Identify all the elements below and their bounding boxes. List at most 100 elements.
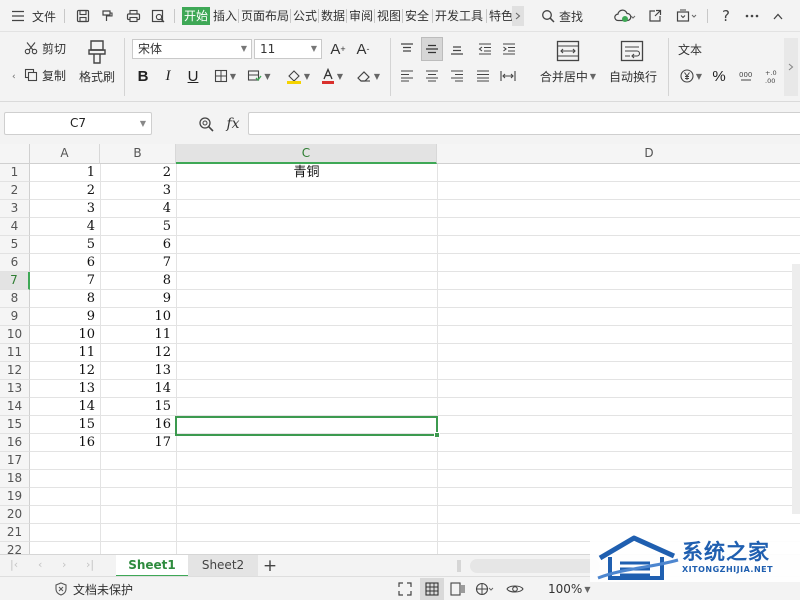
normal-view-icon[interactable] [420, 578, 444, 600]
document-protection-status[interactable]: 文档未保护 [54, 577, 133, 600]
page-layout-view-icon[interactable] [450, 577, 466, 600]
help-icon[interactable]: ? [716, 0, 736, 32]
name-box[interactable]: C7 ▼ [4, 112, 152, 135]
cell[interactable]: 10 [100, 308, 176, 326]
column-header-c[interactable]: C [176, 144, 437, 164]
row-header[interactable]: 17 [0, 452, 30, 470]
sheet-tab-sheet2[interactable]: Sheet2 [188, 555, 258, 577]
cell[interactable]: 12 [100, 344, 176, 362]
row-header[interactable]: 6 [0, 254, 30, 272]
cell[interactable]: 4 [30, 218, 100, 236]
cell[interactable]: 2 [30, 182, 100, 200]
ribbon-scroll-right-icon[interactable] [784, 38, 798, 96]
thousands-separator-icon[interactable]: 000 [736, 67, 756, 85]
cell[interactable]: 13 [30, 380, 100, 398]
cell[interactable]: 4 [100, 200, 176, 218]
cell[interactable]: 16 [100, 416, 176, 434]
paste-options-arrow[interactable]: ‹ [10, 68, 16, 86]
cell[interactable]: 8 [30, 290, 100, 308]
fullscreen-icon[interactable] [398, 577, 412, 600]
cell[interactable]: 13 [100, 362, 176, 380]
print-icon[interactable] [122, 0, 144, 32]
row-header[interactable]: 18 [0, 470, 30, 488]
last-sheet-icon[interactable]: ›| [86, 558, 94, 571]
insert-function-button[interactable]: fx [222, 113, 244, 135]
spreadsheet-grid[interactable]: A B C D 1 2 3 4 5 6 7 8 9 10 11 12 13 14 15 16 17 18 19 20 2… [0, 144, 800, 554]
decrease-font-icon[interactable]: A- [353, 38, 373, 60]
cell[interactable]: 14 [30, 398, 100, 416]
increase-font-icon[interactable]: A + [328, 38, 348, 60]
column-header-d[interactable]: D [437, 144, 800, 164]
eye-protection-icon[interactable] [506, 577, 524, 600]
cell[interactable]: 2 [100, 164, 176, 182]
cell[interactable]: 6 [30, 254, 100, 272]
font-color-button[interactable]: ▼ [318, 67, 346, 85]
row-header[interactable]: 14 [0, 398, 30, 416]
cell[interactable]: 5 [30, 236, 100, 254]
row-header[interactable]: 7 [0, 272, 30, 290]
collapse-icon[interactable] [674, 0, 700, 32]
tab-splitter[interactable] [456, 560, 462, 572]
prev-sheet-icon[interactable]: ‹ [38, 558, 42, 571]
row-header[interactable]: 22 [0, 542, 30, 554]
fill-handle[interactable] [434, 432, 440, 438]
column-header-a[interactable]: A [30, 144, 100, 164]
font-name-select[interactable]: 宋体 ▼ [132, 39, 252, 59]
copy-button[interactable]: 复制 [24, 66, 66, 84]
tab-review[interactable]: 审阅 [348, 7, 374, 25]
cell[interactable]: 17 [100, 434, 176, 452]
row-header[interactable]: 20 [0, 506, 30, 524]
justify-icon[interactable] [474, 67, 492, 85]
tab-view[interactable]: 视图 [376, 7, 402, 25]
tab-page-layout[interactable]: 页面布局 [240, 7, 290, 25]
align-top-icon[interactable] [398, 39, 416, 59]
increase-decimal-icon[interactable]: +.0.00 [762, 67, 784, 85]
tab-data[interactable]: 数据 [320, 7, 346, 25]
horizontal-scrollbar[interactable] [470, 559, 600, 573]
number-format-select[interactable]: 文本 [674, 40, 714, 58]
tab-insert[interactable]: 插入 [212, 7, 238, 25]
tab-home[interactable]: 开始 [182, 7, 211, 25]
cell[interactable]: 7 [100, 254, 176, 272]
vertical-scrollbar[interactable] [792, 264, 800, 514]
select-all-corner[interactable] [0, 144, 30, 164]
fill-color-button[interactable]: ▼ [282, 67, 314, 85]
next-sheet-icon[interactable]: › [62, 558, 66, 571]
align-center-icon[interactable] [423, 67, 441, 85]
tab-features[interactable]: 特色 [488, 7, 512, 25]
tab-scroll-right-icon[interactable] [512, 6, 524, 26]
zoom-search-icon[interactable] [196, 114, 216, 134]
cell[interactable]: 1 [30, 164, 100, 182]
percent-button[interactable]: % [710, 67, 728, 85]
bold-button[interactable]: B [134, 66, 152, 86]
row-header[interactable]: 13 [0, 380, 30, 398]
cell[interactable]: 11 [30, 344, 100, 362]
format-painter-icon[interactable] [96, 0, 118, 32]
cell[interactable]: 5 [100, 218, 176, 236]
wrap-text-button[interactable]: 自动换行 [606, 68, 660, 84]
format-painter-button[interactable]: 格式刷 [78, 68, 116, 84]
menu-icon[interactable] [8, 0, 28, 32]
cell[interactable]: 15 [30, 416, 100, 434]
more-icon[interactable] [742, 0, 762, 32]
cell[interactable]: 7 [30, 272, 100, 290]
search-icon[interactable] [540, 0, 556, 32]
align-middle-icon[interactable] [421, 37, 443, 61]
save-icon[interactable] [72, 0, 94, 32]
clear-button[interactable]: ▼ [352, 67, 384, 85]
cell[interactable]: 青铜 [176, 164, 437, 182]
page-break-view-icon[interactable] [474, 577, 494, 600]
row-header[interactable]: 2 [0, 182, 30, 200]
cell[interactable]: 12 [30, 362, 100, 380]
align-left-icon[interactable] [398, 67, 416, 85]
print-preview-icon[interactable] [147, 0, 169, 32]
zoom-level[interactable]: 100% ▼ [548, 577, 590, 600]
row-header[interactable]: 12 [0, 362, 30, 380]
row-header[interactable]: 3 [0, 200, 30, 218]
cell[interactable]: 16 [30, 434, 100, 452]
cell[interactable]: 11 [100, 326, 176, 344]
row-header[interactable]: 11 [0, 344, 30, 362]
row-header[interactable]: 10 [0, 326, 30, 344]
cell-style-button[interactable]: ▼ [244, 67, 274, 85]
cell[interactable]: 3 [100, 182, 176, 200]
